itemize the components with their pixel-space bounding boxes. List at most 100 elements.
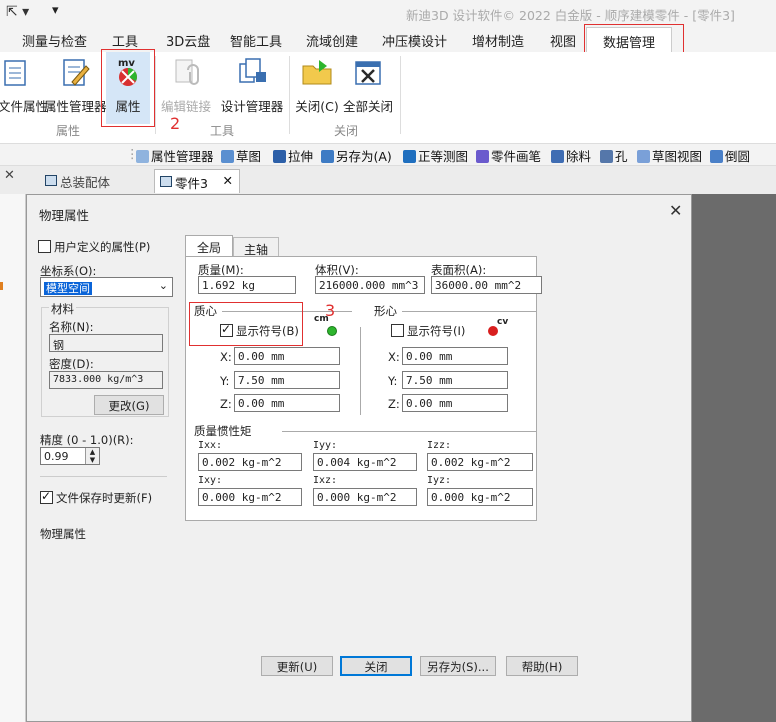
toolbar-label: 正等测图 bbox=[418, 149, 469, 164]
edit-links-button[interactable]: 编辑链接 bbox=[160, 56, 212, 115]
ixz-label: Ixz: bbox=[313, 475, 338, 486]
graphics-area[interactable] bbox=[692, 194, 776, 722]
toolbar-part-brush[interactable]: 零件画笔 bbox=[476, 146, 541, 165]
close-button[interactable]: 关闭(C) bbox=[294, 56, 340, 115]
assembly-icon bbox=[45, 175, 57, 186]
change-material-button[interactable]: 更改(G) bbox=[94, 395, 164, 415]
annotation-box-2 bbox=[101, 49, 155, 127]
tab-flow-creation[interactable]: 流域创建 bbox=[306, 31, 358, 50]
izz-label: Izz: bbox=[427, 440, 452, 451]
close-dialog-button[interactable]: 关闭 bbox=[340, 656, 412, 676]
toolbar-sketch[interactable]: 草图 bbox=[221, 146, 261, 165]
checkbox-icon bbox=[40, 489, 53, 504]
ixz-field: 0.000 kg-m^2 bbox=[313, 488, 417, 506]
footer-label: 物理属性 bbox=[40, 527, 86, 541]
group-label-tools: 工具 bbox=[210, 124, 235, 138]
cm-z-label: Z: bbox=[220, 397, 232, 411]
annotation-number-3: 3 bbox=[325, 301, 336, 320]
design-manager-label: 设计管理器 bbox=[220, 99, 284, 114]
iyz-field: 0.000 kg-m^2 bbox=[427, 488, 533, 506]
dialog-title: 物理属性 bbox=[39, 208, 90, 223]
extrude-icon bbox=[273, 150, 286, 163]
round-icon bbox=[710, 150, 723, 163]
update-on-save-checkbox[interactable]: 文件保存时更新(F) bbox=[40, 489, 152, 506]
close-all-button[interactable]: 全部关闭 bbox=[342, 56, 394, 115]
doc-tab-assembly[interactable]: 总装配体 bbox=[40, 169, 118, 193]
tab-smart-tools[interactable]: 智能工具 bbox=[230, 31, 282, 50]
design-manager-button[interactable]: 设计管理器 bbox=[220, 56, 284, 115]
user-defined-checkbox[interactable]: 用户定义的属性(P) bbox=[38, 239, 150, 255]
toolbar-properties-manager[interactable]: 属性管理器 bbox=[136, 146, 214, 165]
user-defined-label: 用户定义的属性(P) bbox=[54, 240, 151, 254]
annotation-box-3 bbox=[189, 302, 303, 346]
toolbar-label: 拉伸 bbox=[288, 149, 314, 164]
toolbar-iso-view[interactable]: 正等测图 bbox=[403, 146, 468, 165]
checkbox-icon bbox=[38, 240, 51, 253]
group-label-close: 关闭 bbox=[334, 124, 359, 138]
panel-close-icon[interactable]: ✕ bbox=[4, 168, 15, 183]
window-title: 新迪3D 设计软件© 2022 白金版 - 顺序建模零件 - [零件3] bbox=[406, 8, 735, 23]
tab-additive-mfg[interactable]: 增材制造 bbox=[472, 31, 524, 50]
iyy-label: Iyy: bbox=[313, 440, 338, 451]
title-bar: ⇱ ▾ ▾ 新迪3D 设计软件© 2022 白金版 - 顺序建模零件 - [零件… bbox=[0, 0, 776, 26]
close-label: 关闭(C) bbox=[295, 99, 339, 114]
spin-arrows-icon[interactable]: ▲ ▼ bbox=[85, 448, 99, 464]
file-properties-button[interactable]: 文件属性 bbox=[0, 56, 48, 115]
cv-x-field: 0.00 mm bbox=[402, 347, 508, 365]
chevron-down-icon: ⌄ bbox=[158, 279, 168, 292]
tab-stamping-die[interactable]: 冲压模设计 bbox=[382, 31, 447, 50]
toolbar-label: 零件画笔 bbox=[491, 149, 542, 164]
toolbar-round[interactable]: 倒圆 bbox=[710, 146, 750, 165]
close-all-icon bbox=[352, 56, 384, 88]
toolbar-cut[interactable]: 除料 bbox=[551, 146, 591, 165]
tab-tools[interactable]: 工具 bbox=[112, 31, 138, 50]
toolbar-sketch-view[interactable]: 草图视图 bbox=[637, 146, 702, 165]
dialog-close-icon[interactable]: ✕ bbox=[669, 201, 682, 220]
accuracy-value: 0.99 bbox=[44, 450, 69, 463]
file-properties-label: 文件属性 bbox=[0, 99, 49, 114]
coord-select[interactable]: 模型空间 ⌄ bbox=[40, 277, 173, 297]
cv-y-field: 7.50 mm bbox=[402, 371, 508, 389]
quick-access-dropdown-icon[interactable]: ▾ bbox=[52, 3, 59, 18]
density-field: 7833.000 kg/m^3 bbox=[49, 371, 163, 389]
cm-x-field: 0.00 mm bbox=[234, 347, 340, 365]
iso-view-icon bbox=[403, 150, 416, 163]
cv-symbol-icon bbox=[488, 326, 498, 336]
doc-tab-part3[interactable]: 零件3 ✕ bbox=[154, 169, 240, 193]
tab-3d-cloud[interactable]: 3D云盘 bbox=[166, 31, 210, 50]
area-field: 36000.00 mm^2 bbox=[431, 276, 542, 294]
checkbox-icon bbox=[391, 324, 404, 337]
tab-global[interactable]: 全局 bbox=[185, 235, 233, 257]
sketch-view-icon bbox=[637, 150, 650, 163]
toolbar-save-as[interactable]: 另存为(A) bbox=[321, 146, 392, 165]
tab-view[interactable]: 视图 bbox=[550, 31, 576, 50]
sketch-icon bbox=[221, 150, 234, 163]
toolbar-label: 草图 bbox=[236, 149, 262, 164]
inertia-group: 质量惯性矩 bbox=[194, 424, 252, 438]
group-divider bbox=[289, 56, 290, 134]
toolbar-extrude[interactable]: 拉伸 bbox=[273, 146, 313, 165]
pointer-icon[interactable]: ⇱ ▾ bbox=[6, 4, 29, 20]
cv-z-label: Z: bbox=[388, 397, 400, 411]
toolbar-label: 除料 bbox=[566, 149, 592, 164]
density-label: 密度(D): bbox=[49, 357, 94, 371]
close-all-label: 全部关闭 bbox=[342, 99, 393, 114]
centroid-group: 形心 bbox=[374, 304, 397, 318]
help-button[interactable]: 帮助(H) bbox=[506, 656, 578, 676]
accuracy-stepper[interactable]: 0.99 ▲ ▼ bbox=[40, 447, 100, 465]
iyy-field: 0.004 kg-m^2 bbox=[313, 453, 417, 471]
properties-manager-button[interactable]: 属性管理器 bbox=[44, 56, 107, 115]
tab-measure-check[interactable]: 测量与检查 bbox=[22, 31, 87, 50]
tab-close-icon[interactable]: ✕ bbox=[223, 173, 233, 188]
cv-show-symbol-checkbox[interactable]: 显示符号(I) bbox=[391, 323, 465, 339]
save-as-button[interactable]: 另存为(S)... bbox=[420, 656, 496, 676]
divider bbox=[360, 327, 361, 415]
name-label: 名称(N): bbox=[49, 320, 94, 334]
group-divider bbox=[400, 56, 401, 134]
tab-principal-axes[interactable]: 主轴 bbox=[233, 237, 279, 257]
toolbar-hole[interactable]: 孔 bbox=[600, 146, 628, 165]
part-brush-icon bbox=[476, 150, 489, 163]
cv-y-label: Y: bbox=[388, 374, 398, 388]
design-manager-icon bbox=[236, 56, 268, 88]
update-button[interactable]: 更新(U) bbox=[261, 656, 333, 676]
